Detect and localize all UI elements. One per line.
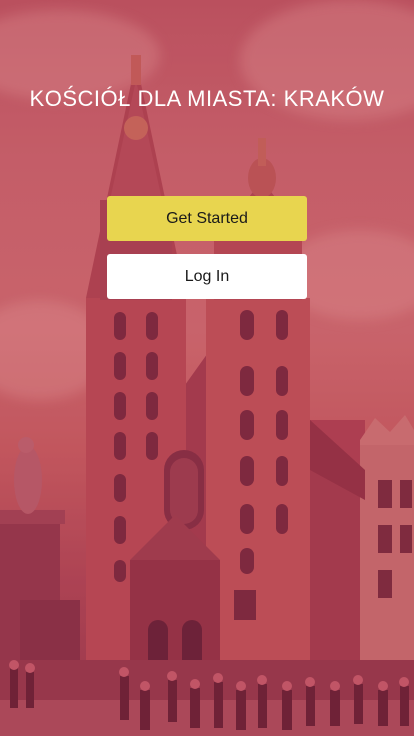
get-started-button[interactable]: Get Started (107, 196, 307, 241)
landing-screen: KOŚCIÓŁ DLA MIASTA: KRAKÓW Get Started L… (0, 0, 414, 736)
app-title: KOŚCIÓŁ DLA MIASTA: KRAKÓW (29, 86, 385, 111)
log-in-button[interactable]: Log In (107, 254, 307, 299)
